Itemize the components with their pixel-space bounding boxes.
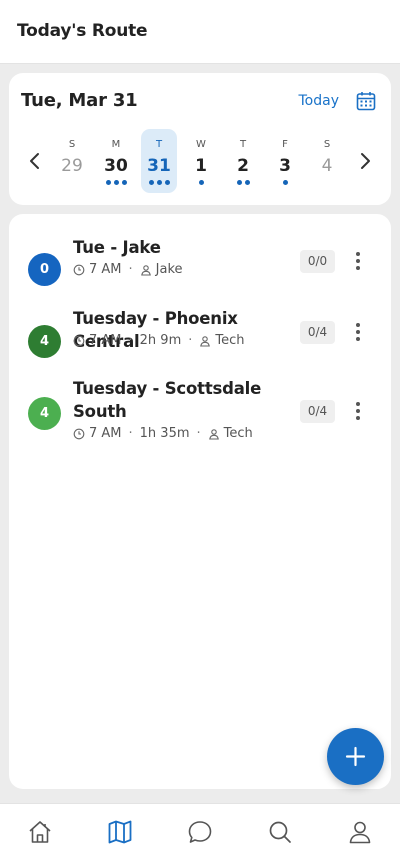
route-meta: 7 AM · Jake	[73, 262, 183, 277]
route-menu-button[interactable]	[350, 321, 366, 343]
route-dot	[148, 180, 154, 185]
day-cell[interactable]: T 31	[141, 129, 177, 193]
stop-count-badge: 4	[28, 325, 61, 358]
day-number: 2	[237, 156, 249, 176]
day-number: 1	[195, 156, 207, 176]
route-count-dots	[98, 180, 134, 186]
separator: ·	[128, 426, 133, 441]
route-assignee: Tech	[223, 426, 253, 441]
route-meta: 7 AM · 1h 35m · Tech	[73, 426, 253, 441]
route-count-dots	[267, 180, 303, 186]
previous-week-chevron-icon[interactable]	[27, 151, 43, 171]
nav-map[interactable]	[106, 818, 134, 846]
more-vertical-icon	[356, 402, 360, 420]
day-of-week-label: S	[68, 139, 76, 150]
stop-count-badge: 0	[28, 253, 61, 286]
selected-date-label: Tue, Mar 31	[21, 90, 138, 111]
more-vertical-icon	[356, 323, 360, 341]
day-number: 3	[279, 156, 291, 176]
route-menu-button[interactable]	[350, 250, 366, 272]
date-picker-card: Tue, Mar 31 Today S 29 M 30 T 31 W 1 T 2 F 3 S 4	[9, 73, 391, 205]
route-dot	[244, 180, 250, 185]
separator: ·	[128, 262, 133, 277]
search-icon	[269, 821, 291, 843]
home-icon	[29, 821, 51, 843]
route-count-dots	[141, 180, 177, 186]
route-dot	[105, 180, 111, 185]
day-cell[interactable]: F3	[267, 129, 303, 193]
route-meta: 7 AM · 2h 9m · Tech	[73, 333, 245, 348]
route-assignee: Tech	[215, 333, 245, 348]
day-number: 31	[147, 156, 171, 176]
day-of-week-label: S	[323, 139, 331, 150]
day-cell[interactable]: W1	[183, 129, 219, 193]
route-count-dots	[225, 180, 261, 186]
nav-profile[interactable]	[346, 818, 374, 846]
app-bar: Today's Route	[0, 0, 400, 64]
route-dot	[198, 180, 204, 185]
route-dot	[113, 180, 119, 185]
completion-count: 0/0	[300, 250, 335, 273]
route-time: 7 AM	[89, 426, 122, 441]
completion-count: 0/4	[300, 321, 335, 344]
route-dot	[236, 180, 242, 185]
separator: ·	[128, 333, 133, 348]
route-duration: 1h 35m	[139, 426, 190, 441]
bottom-navigation	[0, 803, 400, 867]
route-count-dots	[54, 180, 90, 186]
day-of-week-label: F	[282, 139, 288, 150]
today-button[interactable]: Today	[299, 93, 340, 109]
route-dot	[282, 180, 288, 185]
separator: ·	[188, 333, 193, 348]
route-dot	[156, 180, 162, 185]
day-cell[interactable]: S4	[309, 129, 345, 193]
route-list: 0 Tue - Jake 7 AM · Jake 0/0 4 Tuesday - Phoeni…	[9, 214, 391, 789]
clock-icon	[73, 264, 85, 275]
route-count-dots	[309, 180, 345, 186]
route-time: 7 AM	[89, 262, 122, 277]
route-dot	[164, 180, 170, 185]
day-of-week-label: W	[196, 139, 206, 150]
route-name: Tuesday - Scottsdale South	[73, 379, 262, 421]
nav-search[interactable]	[266, 818, 294, 846]
day-number: 4	[321, 156, 333, 176]
clock-icon	[73, 428, 85, 439]
day-of-week-label: T	[239, 139, 247, 150]
page-title: Today's Route	[17, 21, 148, 41]
nav-messages[interactable]	[186, 818, 214, 846]
next-week-chevron-icon[interactable]	[357, 151, 373, 171]
add-route-button[interactable]	[327, 728, 384, 785]
chat-icon	[188, 821, 212, 843]
calendar-icon[interactable]	[355, 90, 377, 112]
day-cell[interactable]: M 30	[98, 129, 134, 193]
route-duration: 2h 9m	[139, 333, 182, 348]
map-icon	[108, 820, 132, 844]
route-menu-button[interactable]	[350, 400, 366, 422]
route-count-dots	[183, 180, 219, 186]
person-icon	[208, 428, 219, 440]
day-number: 29	[61, 156, 83, 176]
clock-icon	[73, 335, 85, 346]
completion-count: 0/4	[300, 400, 335, 423]
route-dot	[121, 180, 127, 185]
profile-icon	[349, 821, 371, 844]
stop-count-badge: 4	[28, 397, 61, 430]
person-icon	[200, 335, 211, 347]
route-time: 7 AM	[89, 333, 122, 348]
day-of-week-label: M	[111, 139, 121, 150]
day-number: 30	[104, 156, 128, 176]
day-cell[interactable]: T2	[225, 129, 261, 193]
person-icon	[140, 264, 151, 276]
plus-icon	[345, 746, 366, 767]
nav-home[interactable]	[26, 818, 54, 846]
route-name: Tue - Jake	[73, 238, 161, 257]
separator: ·	[196, 426, 201, 441]
more-vertical-icon	[356, 252, 360, 270]
route-assignee: Jake	[155, 262, 183, 277]
day-cell[interactable]: S 29	[54, 129, 90, 193]
day-of-week-label: T	[155, 139, 163, 150]
